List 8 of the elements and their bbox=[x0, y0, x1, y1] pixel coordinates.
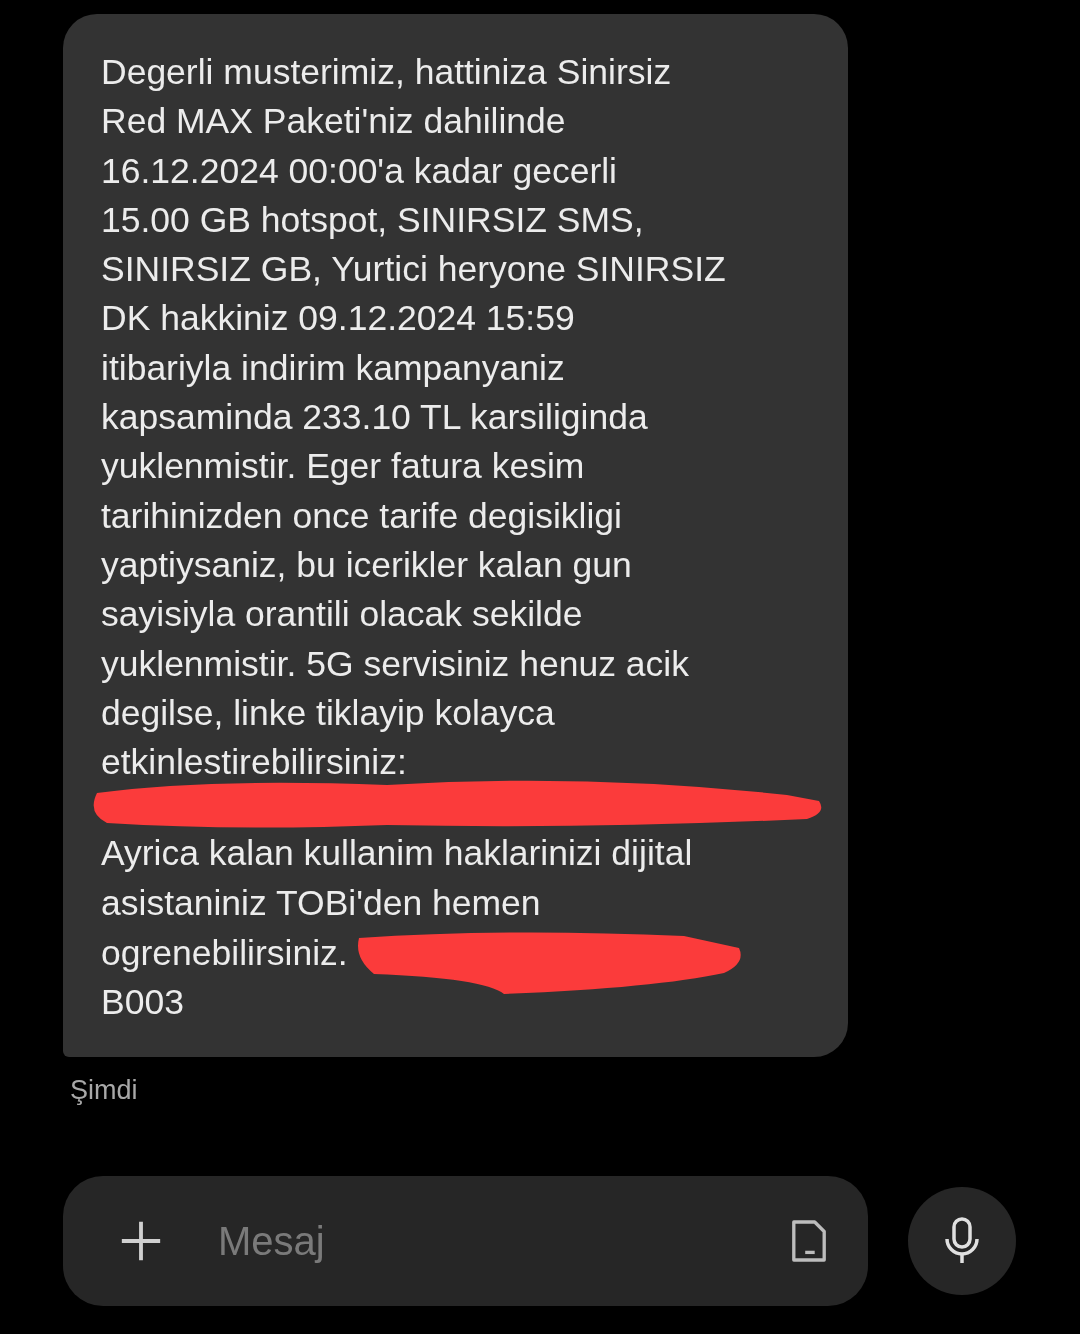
message-field[interactable]: Mesaj bbox=[63, 1176, 868, 1306]
document-icon[interactable] bbox=[790, 1218, 828, 1264]
timestamp: Şimdi bbox=[70, 1075, 139, 1107]
message-text: B003 bbox=[101, 981, 185, 1025]
message-text: Degerli musterimiz, hattiniza Sinirsiz Red MAX Paketi'niz dahilinde 16.12.2024 00:00'a kadar gecerli 15.00 GB hotspot, SINIRSIZ SMS, SINIRSIZ GB, Yurtici heryone SINIRSIZ DK hakkiniz 09.12.2024 15:59 itibariyla indirim kampanyaniz kapsaminda 233.10 TL karsiliginda yuklenmistir. Eger fatura kesim tarihinizden once tarife degisikligi yaptiysaniz, bu icerikler kalan gun sayisiyla orantili olacak sekilde yuklenmistir. 5G servisiniz henuz acik degilse, linke tiklayip kolayca etkinlestirebilirsiniz: bbox=[101, 51, 727, 785]
message-text: ogrenebilirsiniz. bbox=[101, 931, 348, 975]
microphone-icon bbox=[942, 1217, 982, 1265]
message-input[interactable]: Mesaj bbox=[218, 1211, 790, 1271]
